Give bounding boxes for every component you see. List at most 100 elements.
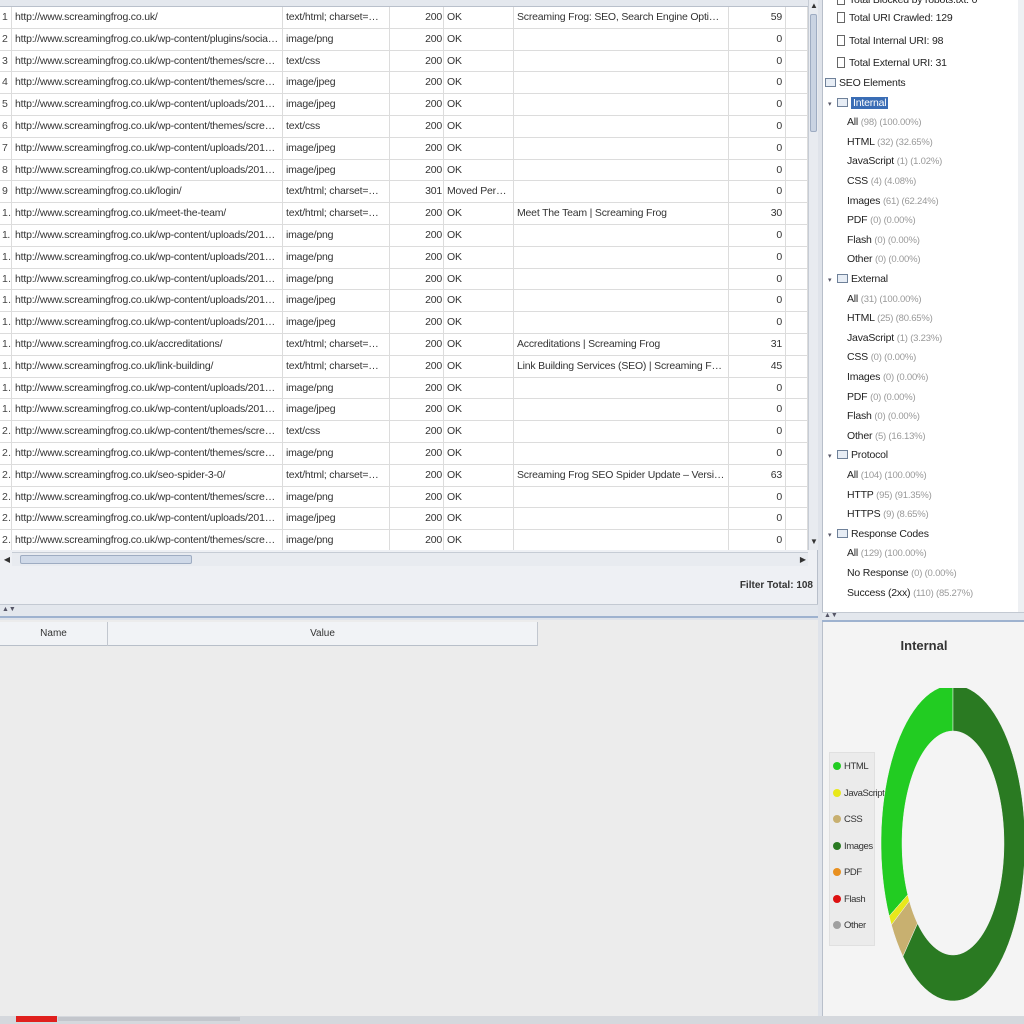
tree-item-total-internal[interactable]: Total Internal URI: 98	[837, 34, 943, 47]
table-row[interactable]: 10http://www.screamingfrog.co.uk/meet-th…	[0, 203, 808, 225]
title-length-cell: 45	[729, 355, 786, 377]
table-row[interactable]: 18http://www.screamingfrog.co.uk/wp-cont…	[0, 377, 808, 400]
extra-cell	[786, 72, 808, 94]
table-header[interactable]	[0, 0, 808, 7]
tree-item-total-crawled[interactable]: Total URI Crawled: 129	[837, 12, 953, 24]
table-row[interactable]: 3 http://www.screamingfrog.co.uk/wp-conte…	[0, 50, 808, 73]
table-row[interactable]: 23http://www.screamingfrog.co.uk/wp-cont…	[0, 486, 808, 509]
status-code-cell: 200	[390, 225, 444, 246]
tree-item[interactable]: CSS (4) (4.08%)	[847, 175, 916, 187]
scroll-thumb[interactable]	[810, 14, 817, 132]
table-row[interactable]: 7 http://www.screamingfrog.co.uk/wp-conte…	[0, 137, 808, 160]
tree-item[interactable]: No Response (0) (0.00%)	[847, 567, 957, 579]
row-number: 20	[0, 421, 12, 442]
title-cell	[514, 443, 729, 464]
tree-label: Protocol	[851, 449, 888, 462]
tree-item-name: Success (2xx)	[847, 586, 911, 599]
table-row[interactable]: 12http://www.screamingfrog.co.uk/wp-cont…	[0, 246, 808, 269]
content-type-cell: image/png	[283, 377, 390, 399]
content-type-cell: text/html; charset=UTF-8	[283, 334, 390, 355]
tree-group-protocol[interactable]: ▾ Protocol	[828, 449, 888, 461]
horizontal-splitter[interactable]: ▲▼	[0, 604, 818, 618]
table-vertical-scrollbar[interactable]: ▲ ▼	[808, 0, 818, 550]
title-cell	[514, 290, 729, 312]
tree-item-blocked-by-robots[interactable]: Total Blocked by robots.txt: 0	[837, 0, 977, 6]
tree-scrollbar[interactable]	[1018, 0, 1024, 612]
table-row[interactable]: 9 http://www.screamingfrog.co.uk/login/te…	[0, 181, 808, 204]
scroll-down-arrow-icon[interactable]: ▼	[809, 536, 819, 548]
table-row[interactable]: 13http://www.screamingfrog.co.uk/wp-cont…	[0, 268, 808, 291]
table-row[interactable]: 5 http://www.screamingfrog.co.uk/wp-conte…	[0, 94, 808, 116]
table-row[interactable]: 15http://www.screamingfrog.co.uk/wp-cont…	[0, 312, 808, 334]
tree-item[interactable]: JavaScript (1) (1.02%)	[847, 155, 942, 167]
tree-group-response-codes[interactable]: ▾ Response Codes	[828, 528, 929, 540]
table-row[interactable]: 19http://www.screamingfrog.co.uk/wp-cont…	[0, 399, 808, 422]
table-row[interactable]: 24http://www.screamingfrog.co.uk/wp-cont…	[0, 508, 808, 531]
status-cell: OK	[444, 486, 514, 508]
address-cell: http://www.screamingfrog.co.uk/wp-conten…	[12, 290, 283, 312]
title-cell	[514, 421, 729, 442]
tree-item[interactable]: HTTPS (9) (8.65%)	[847, 508, 929, 520]
table-row[interactable]: 17http://www.screamingfrog.co.uk/link-bu…	[0, 355, 808, 378]
tree-item[interactable]: All (98) (100.00%)	[847, 116, 922, 128]
legend-item: CSS	[833, 814, 863, 828]
table-row[interactable]: 4 http://www.screamingfrog.co.uk/wp-conte…	[0, 72, 808, 95]
collapse-arrow-icon[interactable]: ▲▼	[2, 606, 16, 613]
title-cell	[514, 94, 729, 115]
tree-item[interactable]: All (129) (100.00%)	[847, 547, 927, 559]
tree-item-name: Images	[847, 370, 881, 383]
tree-group-internal[interactable]: ▾ Internal	[828, 96, 889, 109]
table-row[interactable]: 21http://www.screamingfrog.co.uk/wp-cont…	[0, 443, 808, 465]
status-cell: OK	[444, 159, 514, 181]
tree-item-total-external[interactable]: Total External URI: 31	[837, 57, 947, 69]
expand-toggle-icon[interactable]: ▾	[828, 531, 836, 539]
tree-item[interactable]: Images (61) (62.24%)	[847, 195, 939, 207]
document-icon	[837, 12, 845, 24]
table-row[interactable]: 8 http://www.screamingfrog.co.uk/wp-conte…	[0, 159, 808, 182]
table-row[interactable]: 1 http://www.screamingfrog.co.uk/text/htm…	[0, 7, 808, 29]
tree-item[interactable]: Flash (0) (0.00%)	[847, 410, 920, 422]
tree-item[interactable]: Other (5) (16.13%)	[847, 430, 926, 442]
scroll-thumb[interactable]	[20, 555, 192, 564]
status-code-cell: 200	[390, 7, 444, 28]
expand-toggle-icon[interactable]: ▾	[828, 276, 836, 284]
column-header-value[interactable]: Value	[108, 622, 538, 646]
expand-toggle-icon[interactable]: ▾	[828, 452, 836, 460]
right-splitter[interactable]: ▲▼	[822, 612, 1024, 622]
tree-item[interactable]: HTML (25) (80.65%)	[847, 312, 933, 324]
tree-item-count: (0) (0.00%)	[870, 352, 917, 364]
tree-item[interactable]: PDF (0) (0.00%)	[847, 214, 916, 226]
table-horizontal-scrollbar[interactable]: ◀ ▶	[4, 552, 808, 566]
tree-group-external[interactable]: ▾ External	[828, 273, 888, 285]
column-header-name[interactable]: Name	[0, 622, 108, 646]
tree-item-seo-elements[interactable]: SEO Elements	[825, 77, 906, 89]
table-row[interactable]: 16http://www.screamingfrog.co.uk/accredi…	[0, 334, 808, 356]
table-row[interactable]: 6 http://www.screamingfrog.co.uk/wp-conte…	[0, 116, 808, 138]
table-row[interactable]: 22http://www.screamingfrog.co.uk/seo-spi…	[0, 464, 808, 487]
tree-item[interactable]: Other (0) (0.00%)	[847, 253, 921, 265]
scroll-up-arrow-icon[interactable]: ▲	[809, 0, 819, 12]
tree-item[interactable]: Flash (0) (0.00%)	[847, 234, 920, 246]
tree-item[interactable]: All (104) (100.00%)	[847, 469, 927, 481]
tree-item[interactable]: JavaScript (1) (3.23%)	[847, 332, 942, 344]
tree-item-count: (61) (62.24%)	[882, 195, 939, 207]
table-row[interactable]: 14http://www.screamingfrog.co.uk/wp-cont…	[0, 290, 808, 313]
table-row[interactable]: 25http://www.screamingfrog.co.uk/wp-cont…	[0, 530, 808, 550]
table-row[interactable]: 2 http://www.screamingfrog.co.uk/wp-conte…	[0, 28, 808, 51]
status-cell: OK	[444, 443, 514, 464]
extra-cell	[786, 159, 808, 181]
title-length-cell: 0	[729, 421, 786, 442]
tree-item[interactable]: PDF (0) (0.00%)	[847, 391, 916, 403]
tree-item[interactable]: Images (0) (0.00%)	[847, 371, 928, 383]
table-row[interactable]: 11 http://www.screamingfrog.co.uk/wp-cont…	[0, 225, 808, 247]
collapse-arrow-icon[interactable]: ▲▼	[824, 612, 838, 619]
tree-item[interactable]: CSS (0) (0.00%)	[847, 351, 916, 363]
scroll-right-arrow-icon[interactable]: ▶	[798, 554, 808, 566]
expand-toggle-icon[interactable]: ▾	[828, 100, 836, 108]
tree-item[interactable]: Success (2xx) (110) (85.27%)	[847, 587, 973, 599]
tree-item[interactable]: All (31) (100.00%)	[847, 293, 922, 305]
table-row[interactable]: 20http://www.screamingfrog.co.uk/wp-cont…	[0, 421, 808, 443]
scroll-left-arrow-icon[interactable]: ◀	[2, 554, 12, 566]
tree-item[interactable]: HTML (32) (32.65%)	[847, 136, 933, 148]
tree-item[interactable]: HTTP (95) (91.35%)	[847, 489, 932, 501]
